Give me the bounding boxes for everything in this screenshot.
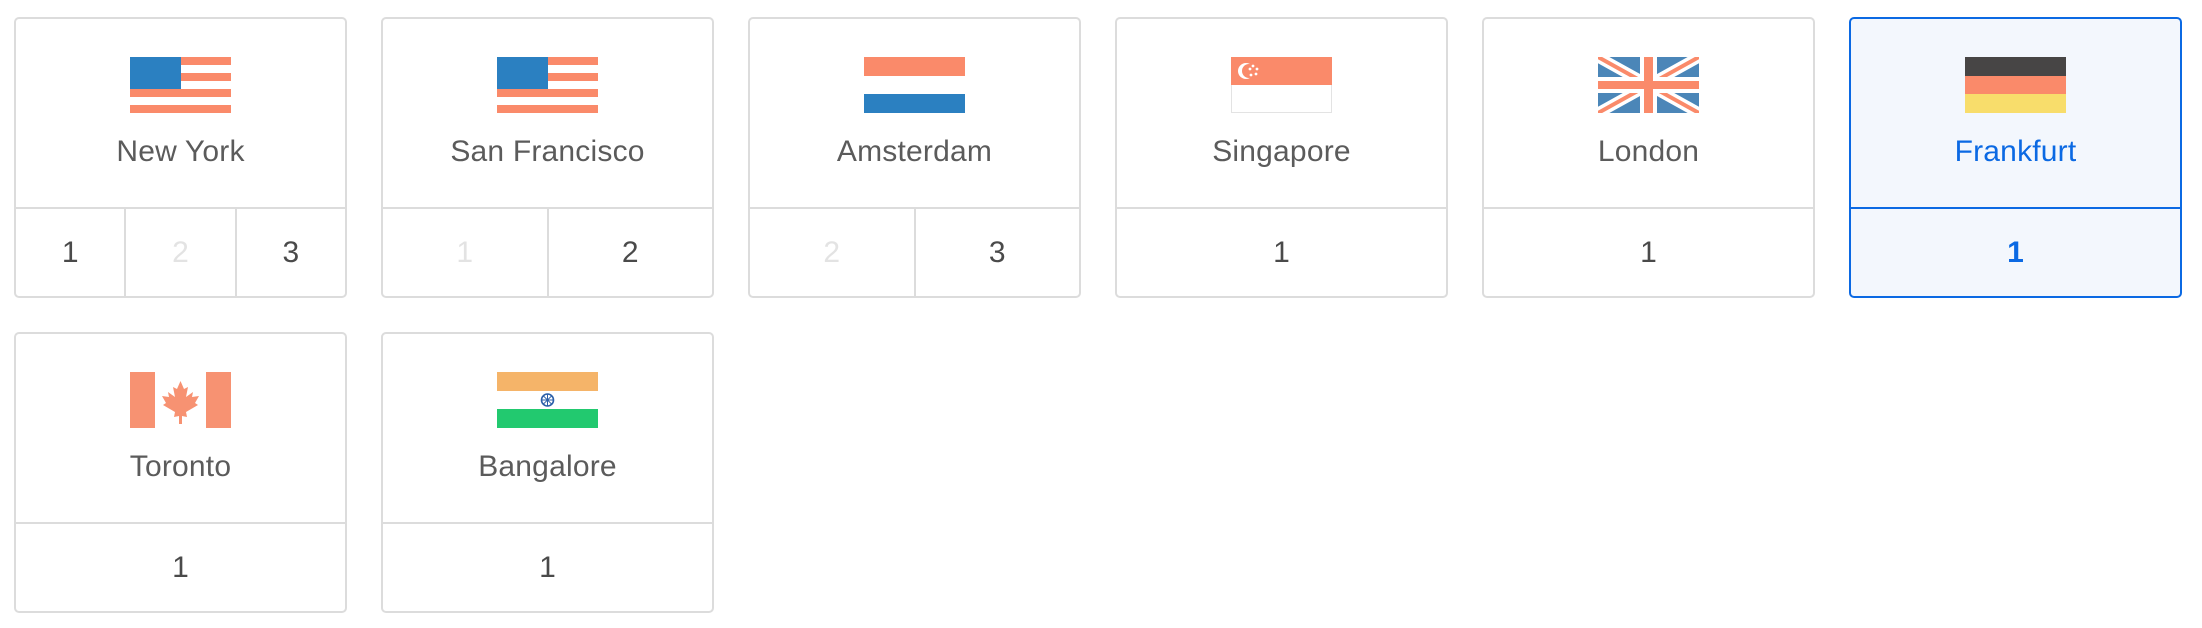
region-card-header: New York (16, 19, 345, 209)
datacenter-option[interactable]: 1 (383, 524, 712, 611)
region-card-header: Singapore (1117, 19, 1446, 209)
region-card-san-francisco[interactable]: San Francisco 1 2 (381, 17, 714, 298)
datacenter-option[interactable]: 1 (16, 209, 124, 296)
usa-flag-icon (130, 57, 231, 113)
region-card-amsterdam[interactable]: Amsterdam 2 3 (748, 17, 1081, 298)
region-card-header: Amsterdam (750, 19, 1079, 209)
canada-flag-icon (130, 372, 231, 428)
germany-flag-icon (1965, 57, 2066, 113)
datacenter-selector: 2 3 (750, 209, 1079, 296)
region-card-singapore[interactable]: Singapore 1 (1115, 17, 1448, 298)
region-card-header: Toronto (16, 334, 345, 524)
region-card-header: London (1484, 19, 1813, 209)
region-card-toronto[interactable]: Toronto 1 (14, 332, 347, 613)
datacenter-selector: 1 2 3 (16, 209, 345, 296)
region-card-frankfurt[interactable]: Frankfurt 1 (1849, 17, 2182, 298)
netherlands-flag-icon (864, 57, 965, 113)
region-name: San Francisco (450, 135, 645, 168)
datacenter-option[interactable]: 1 (1484, 209, 1813, 296)
datacenter-selector: 1 (1851, 209, 2180, 296)
region-name: Singapore (1212, 135, 1351, 168)
datacenter-selector: 1 2 (383, 209, 712, 296)
datacenter-selector: 1 (1484, 209, 1813, 296)
datacenter-option[interactable]: 1 (1117, 209, 1446, 296)
region-grid: New York 1 2 3 San Francisco 1 2 Amsterd… (14, 17, 2182, 613)
region-name: New York (116, 135, 245, 168)
datacenter-option-disabled: 2 (823, 235, 841, 269)
region-card-header: San Francisco (383, 19, 712, 209)
datacenter-selector: 1 (383, 524, 712, 611)
datacenter-option[interactable]: 2 (546, 209, 713, 296)
datacenter-option-disabled: 1 (456, 235, 474, 269)
region-card-header: Bangalore (383, 334, 712, 524)
region-name: Bangalore (478, 450, 617, 483)
datacenter-option-disabled: 2 (124, 209, 234, 296)
region-card-bangalore[interactable]: Bangalore 1 (381, 332, 714, 613)
datacenter-selector: 1 (16, 524, 345, 611)
datacenter-option-selected[interactable]: 1 (1851, 209, 2180, 296)
region-name: Toronto (129, 450, 232, 483)
uk-flag-icon (1598, 57, 1699, 113)
datacenter-option[interactable]: 3 (913, 209, 1080, 296)
region-card-header: Frankfurt (1851, 19, 2180, 209)
region-card-london[interactable]: London 1 (1482, 17, 1815, 298)
region-card-new-york[interactable]: New York 1 2 3 (14, 17, 347, 298)
datacenter-selector: 1 (1117, 209, 1446, 296)
india-flag-icon (497, 372, 598, 428)
region-name: Amsterdam (836, 135, 993, 168)
region-name: London (1597, 135, 1700, 168)
usa-flag-icon (497, 57, 598, 113)
datacenter-option[interactable]: 1 (16, 524, 345, 611)
singapore-flag-icon (1231, 57, 1332, 113)
datacenter-option[interactable]: 3 (234, 209, 345, 296)
region-name: Frankfurt (1954, 135, 2077, 168)
